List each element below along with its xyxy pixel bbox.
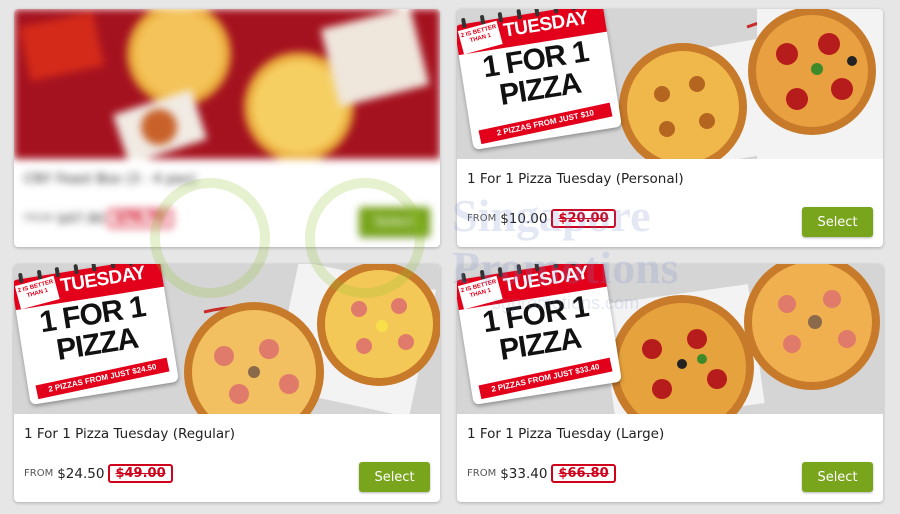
- price-row: FROM $24.50 $49.00: [24, 464, 173, 483]
- cny-feast-illustration: [14, 9, 440, 159]
- current-price: $10.00: [500, 210, 548, 227]
- current-price: $47.90: [57, 210, 105, 227]
- product-image: 2 IS BETTER THAN 1 TUESDAY 1 FOR 1 PIZZA…: [457, 9, 883, 159]
- product-image: 2 IS BETTER THAN 1 TUESDAY 1 FOR 1 PIZZA…: [14, 264, 440, 414]
- product-card-personal[interactable]: 2 IS BETTER THAN 1 TUESDAY 1 FOR 1 PIZZA…: [457, 9, 883, 247]
- product-card-large[interactable]: 2 IS BETTER THAN 1 TUESDAY 1 FOR 1 PIZZA…: [457, 264, 883, 502]
- product-title: 1 For 1 Pizza Tuesday (Regular): [24, 426, 236, 442]
- original-price: $49.00: [108, 464, 173, 483]
- original-price: $66.80: [551, 464, 616, 483]
- product-card-regular[interactable]: 2 IS BETTER THAN 1 TUESDAY 1 FOR 1 PIZZA…: [14, 264, 440, 502]
- promo-calendar: 2 IS BETTER THAN 1 TUESDAY 1 FOR 1 PIZZA…: [457, 9, 622, 150]
- product-title: CNY Feast Box (3 - 4 pax): [24, 171, 196, 187]
- from-label: FROM: [467, 468, 497, 479]
- original-price: $76.70: [108, 209, 173, 228]
- product-title: 1 For 1 Pizza Tuesday (Large): [467, 426, 665, 442]
- original-price: $20.00: [551, 209, 616, 228]
- price-row: FROM $47.90 $76.70: [24, 209, 173, 228]
- current-price: $24.50: [57, 465, 105, 482]
- promo-calendar: 2 IS BETTER THAN 1 TUESDAY 1 FOR 1 PIZZA…: [457, 264, 622, 405]
- from-label: FROM: [24, 213, 54, 224]
- select-button[interactable]: Select: [802, 462, 873, 492]
- product-grid: CNY Feast Box (3 - 4 pax) FROM $47.90 $7…: [0, 0, 900, 514]
- blurred-content: CNY Feast Box (3 - 4 pax) FROM $47.90 $7…: [14, 9, 440, 237]
- price-row: FROM $33.40 $66.80: [467, 464, 616, 483]
- select-button[interactable]: Select: [802, 207, 873, 237]
- from-label: FROM: [467, 213, 497, 224]
- price-row: FROM $10.00 $20.00: [467, 209, 616, 228]
- promo-calendar: 2 IS BETTER THAN 1 TUESDAY 1 FOR 1 PIZZA…: [14, 264, 179, 405]
- current-price: $33.40: [500, 465, 548, 482]
- product-title: 1 For 1 Pizza Tuesday (Personal): [467, 171, 684, 187]
- product-image: [14, 9, 440, 159]
- select-button[interactable]: Select: [359, 207, 430, 237]
- product-image: 2 IS BETTER THAN 1 TUESDAY 1 FOR 1 PIZZA…: [457, 264, 883, 414]
- product-card-cny-feast-box[interactable]: CNY Feast Box (3 - 4 pax) FROM $47.90 $7…: [14, 9, 440, 247]
- select-button[interactable]: Select: [359, 462, 430, 492]
- from-label: FROM: [24, 468, 54, 479]
